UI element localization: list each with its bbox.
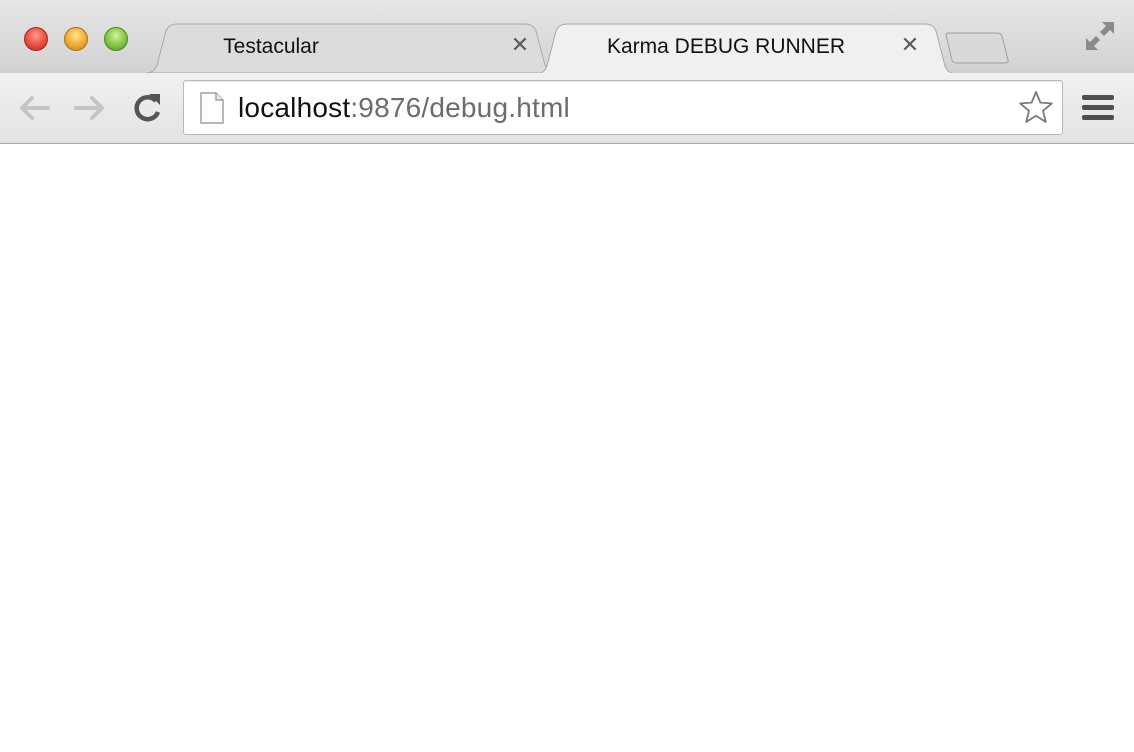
url-path: :9876/debug.html [350,92,570,123]
window-close-button[interactable] [24,27,48,51]
menu-bar [1082,115,1114,120]
window-minimize-button[interactable] [64,27,88,51]
reload-icon[interactable] [129,90,165,126]
tab-strip: Testacular ✕ Karma DEBUG RUNNER ✕ [0,0,1134,74]
fullscreen-icon[interactable] [1084,20,1116,52]
menu-bar [1082,95,1114,100]
browser-toolbar: localhost:9876/debug.html [0,73,1134,144]
back-arrow-icon[interactable] [16,90,52,126]
url-text[interactable]: localhost:9876/debug.html [238,92,570,124]
url-host: localhost [238,92,351,123]
new-tab-button[interactable] [944,32,1010,64]
page-content [0,145,1134,752]
tab-title: Karma DEBUG RUNNER [606,35,846,58]
window-zoom-button[interactable] [104,27,128,51]
forward-arrow-icon[interactable] [72,90,108,126]
tab-testacular[interactable]: Testacular ✕ [146,23,556,73]
close-icon[interactable]: ✕ [510,35,530,57]
menu-bar [1082,105,1114,110]
tab-karma-debug-runner[interactable]: Karma DEBUG RUNNER ✕ [536,23,956,74]
close-icon[interactable]: ✕ [900,35,920,57]
hamburger-menu-icon[interactable] [1082,93,1116,123]
tab-title: Testacular [223,35,319,58]
star-icon[interactable] [1018,90,1054,126]
address-bar[interactable]: localhost:9876/debug.html [183,80,1063,135]
page-icon [200,92,224,124]
